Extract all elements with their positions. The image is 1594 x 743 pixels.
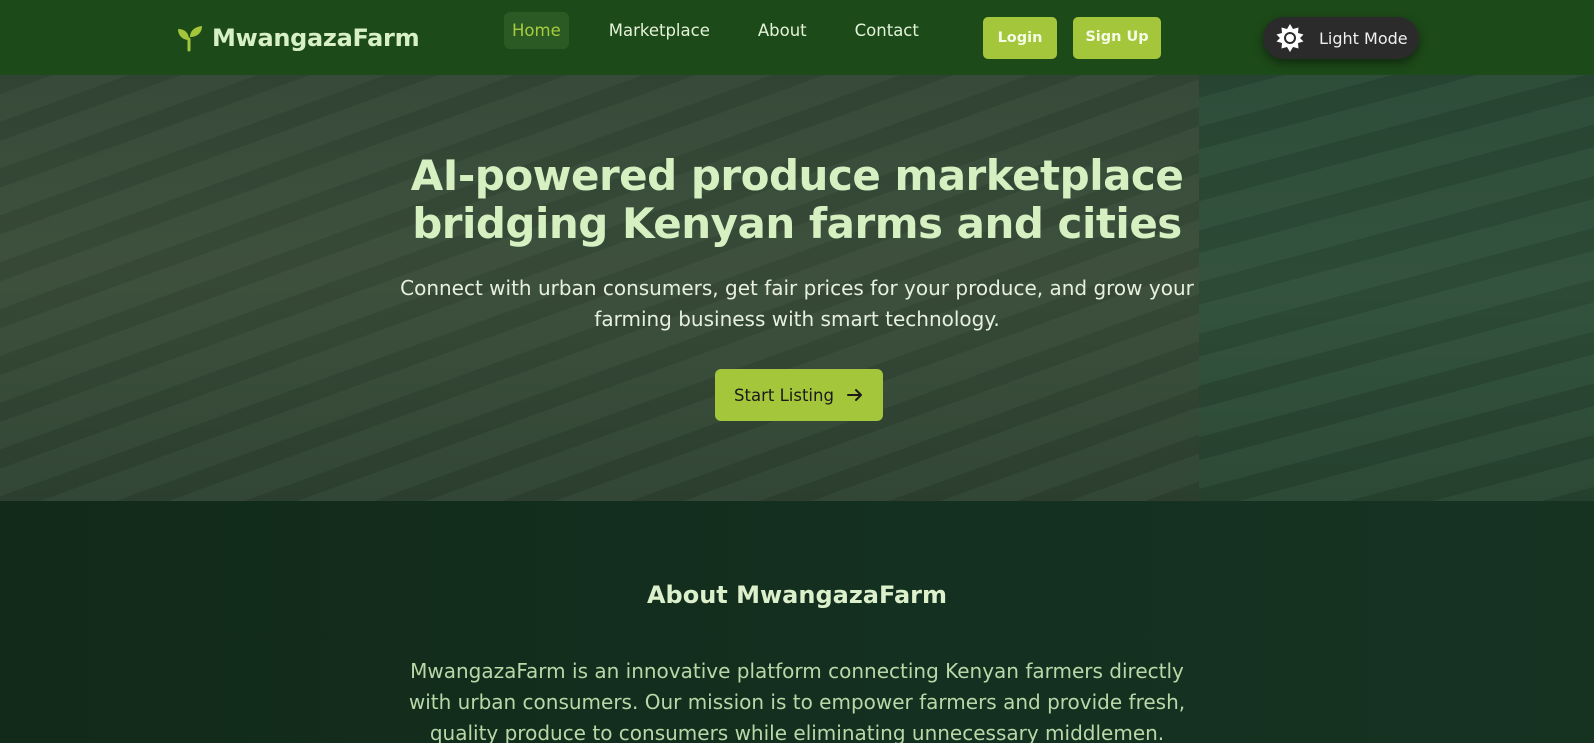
- main-nav: Home Marketplace About Contact: [504, 11, 927, 50]
- signup-button[interactable]: Sign Up: [1073, 17, 1161, 59]
- brand-logo[interactable]: MwangazaFarm: [176, 22, 420, 54]
- about-title: About MwangazaFarm: [646, 581, 948, 609]
- about-section: About MwangazaFarm MwangazaFarm is an in…: [0, 501, 1594, 743]
- hero-section: AI-powered produce marketplace bridging …: [0, 75, 1594, 501]
- nav-link-marketplace[interactable]: Marketplace: [601, 12, 718, 49]
- hero-title: AI-powered produce marketplace bridging …: [410, 151, 1184, 248]
- brand-name: MwangazaFarm: [212, 24, 420, 52]
- about-text: MwangazaFarm is an innovative platform c…: [408, 659, 1186, 743]
- theme-toggle-button[interactable]: Light Mode: [1263, 17, 1419, 59]
- start-listing-label: Start Listing: [734, 385, 834, 405]
- top-nav: MwangazaFarm Home Marketplace About Cont…: [0, 0, 1594, 75]
- login-button[interactable]: Login: [983, 17, 1057, 59]
- theme-toggle-label: Light Mode: [1319, 28, 1408, 48]
- start-listing-button[interactable]: Start Listing: [715, 369, 883, 421]
- nav-link-about[interactable]: About: [750, 12, 815, 49]
- nav-link-contact[interactable]: Contact: [847, 12, 927, 49]
- sprout-icon: [178, 26, 202, 52]
- sun-icon: [1276, 24, 1304, 52]
- hero-background-panel: [1199, 75, 1594, 501]
- nav-link-home[interactable]: Home: [504, 12, 569, 49]
- hero-subtitle: Connect with urban consumers, get fair p…: [400, 276, 1194, 331]
- arrow-right-icon: [846, 389, 862, 401]
